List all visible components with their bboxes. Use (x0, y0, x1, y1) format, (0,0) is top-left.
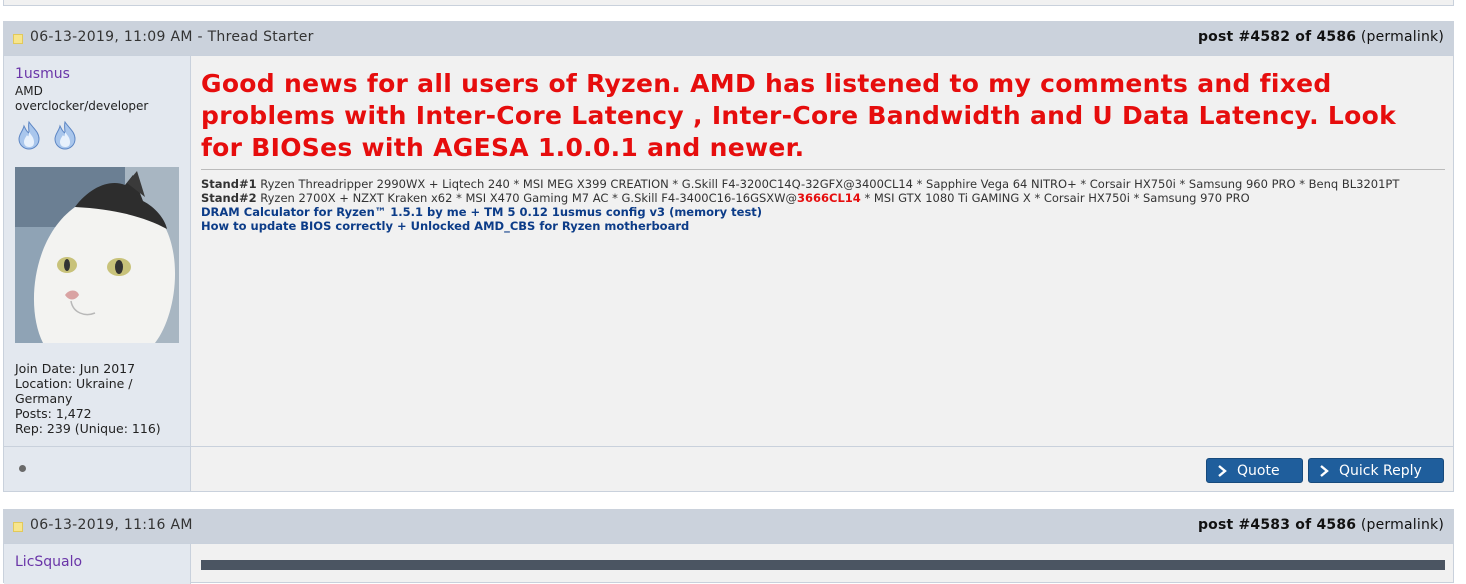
stand2-highlight: 3666CL14 (797, 191, 861, 205)
user-info-panel: 1usmus AMD overclocker/developer Join Da… (4, 56, 191, 447)
post-new-icon (13, 34, 23, 44)
rank-icons (15, 120, 83, 154)
permalink-link[interactable]: (permalink) (1361, 29, 1444, 45)
stand1-label: Stand#1 (201, 177, 257, 191)
rank-flame-icon (54, 120, 76, 150)
signature-stand1: Stand#1 Ryzen Threadripper 2990WX + Liqt… (201, 177, 1445, 191)
post-header: 06-13-2019, 11:16 AM post #4583 of 4586 … (3, 509, 1454, 543)
quick-reply-button-label: Quick Reply (1339, 463, 1422, 479)
post-footer-left (4, 447, 191, 491)
post-count: Posts: 1,472 (15, 406, 92, 421)
user-details: Join Date: Jun 2017 Location: Ukraine / … (15, 361, 183, 436)
permalink-link[interactable]: (permalink) (1361, 517, 1444, 533)
chevron-right-icon (1218, 465, 1227, 477)
bios-update-link[interactable]: How to update BIOS correctly + Unlocked … (201, 219, 1445, 233)
post-date: 06-13-2019, 11:16 AM (30, 517, 193, 533)
stand2-text-tail: * MSI GTX 1080 Ti GAMING X * Corsair HX7… (860, 191, 1250, 205)
stand2-text: Ryzen 2700X + NZXT Kraken x62 * MSI X470… (256, 191, 798, 205)
username-link[interactable]: 1usmus (15, 66, 70, 82)
rank-flame-icon (18, 120, 40, 150)
stand2-label: Stand#2 (201, 191, 257, 205)
join-date: Join Date: Jun 2017 (15, 361, 136, 376)
dram-calculator-link[interactable]: DRAM Calculator for Ryzen™ 1.5.1 by me +… (201, 205, 1445, 219)
stand1-text: Ryzen Threadripper 2990WX + Liqtech 240 … (256, 177, 1400, 191)
post-status-dot-icon (19, 465, 26, 472)
post-number-label: post #4583 of 4586 (1197, 517, 1357, 533)
signature-divider (201, 169, 1445, 170)
post-content: Good news for all users of Ryzen. AMD ha… (201, 68, 1445, 233)
signature-stand2: Stand#2 Ryzen 2700X + NZXT Kraken x62 * … (201, 191, 1445, 205)
post-new-icon (13, 522, 23, 532)
post-message: Good news for all users of Ryzen. AMD ha… (201, 69, 1397, 162)
user-title: AMD overclocker/developer (15, 84, 149, 113)
quote-block (201, 560, 1445, 570)
previous-post-edge (3, 0, 1454, 6)
post-footer: Quote Quick Reply (4, 446, 1453, 491)
avatar[interactable] (15, 167, 179, 343)
quick-reply-button[interactable]: Quick Reply (1308, 458, 1444, 483)
user-location: Location: Ukraine / Germany (15, 376, 133, 406)
post-number: post #4582 of 4586 (permalink) (1198, 29, 1444, 45)
chevron-right-icon (1320, 465, 1329, 477)
post-header: 06-13-2019, 11:09 AM - Thread Starter po… (3, 21, 1454, 55)
username-link[interactable]: LicSqualo (15, 554, 82, 570)
post-number: post #4583 of 4586 (permalink) (1198, 517, 1444, 533)
post-date: 06-13-2019, 11:09 AM - Thread Starter (30, 29, 314, 45)
post-body: 1usmus AMD overclocker/developer Join Da… (3, 55, 1454, 492)
reputation: Rep: 239 (Unique: 116) (15, 421, 161, 436)
signature: Stand#1 Ryzen Threadripper 2990WX + Liqt… (201, 177, 1445, 233)
quote-button-label: Quote (1237, 463, 1280, 479)
quote-button[interactable]: Quote (1206, 458, 1303, 483)
post-body: LicSqualo (3, 543, 1454, 584)
post-number-label: post #4582 of 4586 (1197, 29, 1357, 45)
